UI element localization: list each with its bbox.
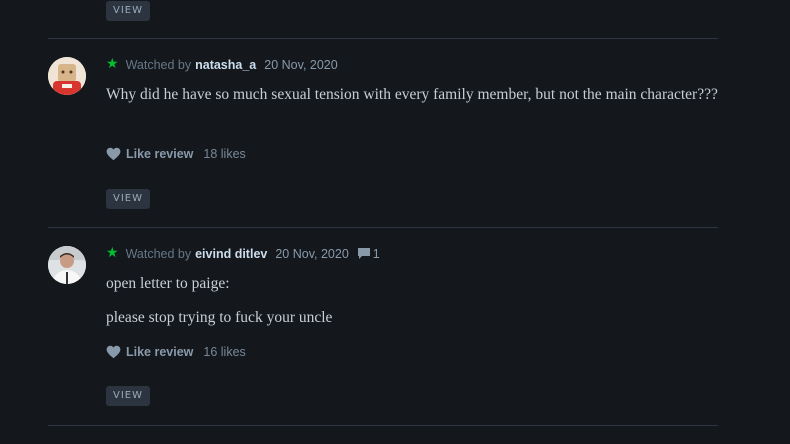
review-text: please stop trying to fuck your uncle bbox=[106, 309, 333, 326]
review-date[interactable]: 20 Nov, 2020 bbox=[264, 58, 337, 72]
like-review-button[interactable]: Like review 16 likes bbox=[106, 345, 246, 359]
divider bbox=[48, 425, 718, 426]
like-review-label[interactable]: Like review bbox=[126, 345, 193, 359]
avatar[interactable] bbox=[48, 246, 86, 284]
review-body: Why did he have so much sexual tension w… bbox=[106, 83, 726, 107]
like-review-label[interactable]: Like review bbox=[126, 147, 193, 161]
likes-count[interactable]: 18 likes bbox=[203, 147, 245, 161]
divider bbox=[48, 227, 718, 228]
comment-icon bbox=[357, 248, 370, 259]
review-text: Why did he have so much sexual tension w… bbox=[106, 86, 718, 103]
heart-icon bbox=[106, 345, 121, 359]
comment-count: 1 bbox=[372, 246, 380, 261]
divider bbox=[48, 38, 718, 39]
review-text: open letter to paige: bbox=[106, 275, 230, 292]
review-body: open letter to paige: please stop trying… bbox=[106, 272, 726, 330]
review-meta: ★ Watched by eivind ditlev 20 Nov, 2020 … bbox=[106, 244, 380, 262]
like-review-button[interactable]: Like review 18 likes bbox=[106, 147, 246, 161]
avatar-image bbox=[48, 246, 86, 284]
view-button[interactable]: VIEW bbox=[106, 189, 150, 209]
star-icon: ★ bbox=[106, 244, 119, 260]
username-link[interactable]: eivind ditlev bbox=[195, 247, 267, 261]
likes-count[interactable]: 16 likes bbox=[203, 345, 245, 359]
view-button[interactable]: VIEW bbox=[106, 386, 150, 406]
watched-by-label: Watched by bbox=[125, 246, 192, 261]
watched-by-label: Watched by bbox=[125, 57, 192, 72]
review-item: ★ Watched by eivind ditlev 20 Nov, 2020 … bbox=[48, 244, 718, 416]
review-item: ★ Watched by natasha_a 20 Nov, 2020 Why … bbox=[48, 55, 718, 227]
review-meta: ★ Watched by natasha_a 20 Nov, 2020 bbox=[106, 55, 338, 73]
review-date[interactable]: 20 Nov, 2020 bbox=[275, 247, 348, 261]
avatar[interactable] bbox=[48, 57, 86, 95]
comments-link[interactable]: 1 bbox=[357, 247, 380, 261]
star-icon: ★ bbox=[106, 55, 119, 71]
heart-icon bbox=[106, 147, 121, 161]
username-link[interactable]: natasha_a bbox=[195, 58, 256, 72]
view-button[interactable]: VIEW bbox=[106, 1, 150, 21]
avatar-image bbox=[48, 57, 86, 95]
